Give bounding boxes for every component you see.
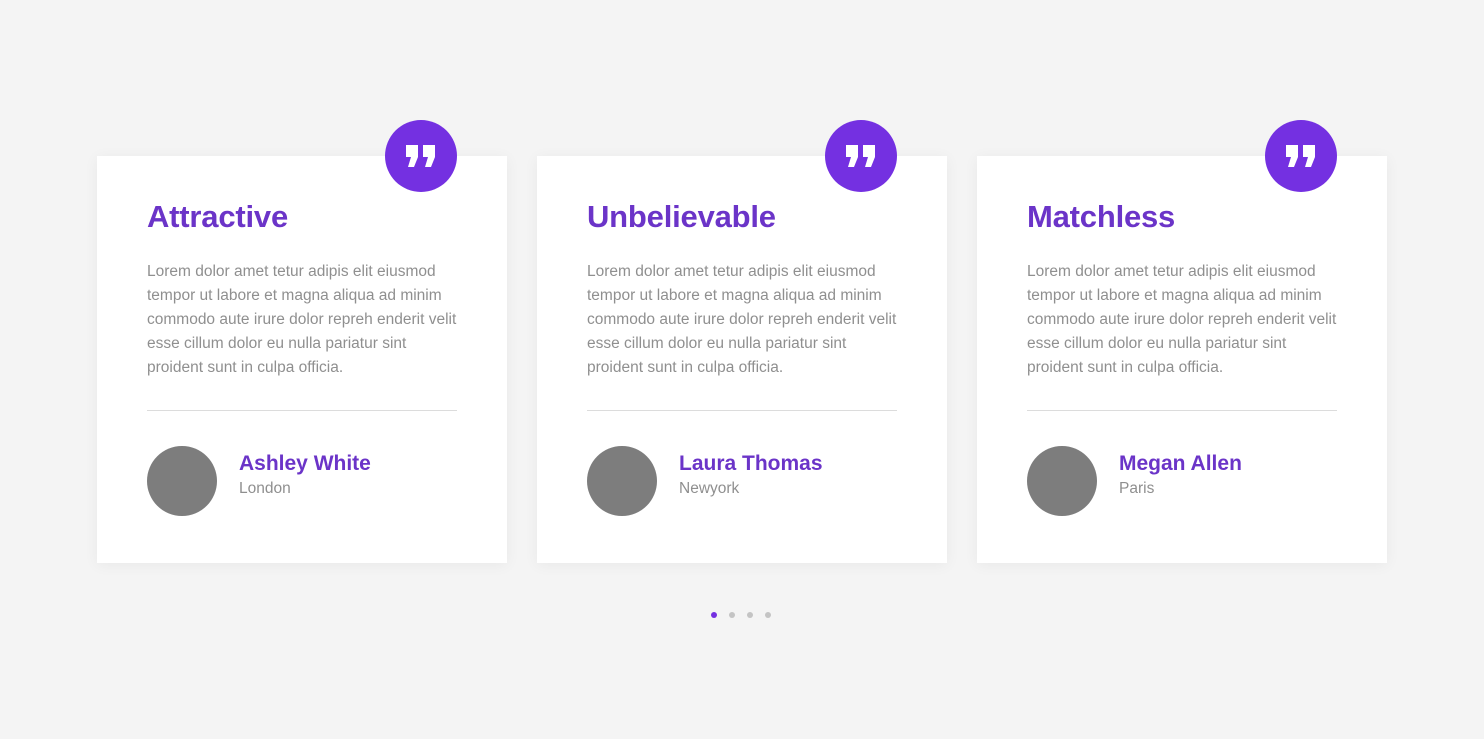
testimonial-text: Lorem dolor amet tetur adipis elit eiusm… [587,263,897,376]
avatar [147,446,217,516]
author-city: Paris [1119,480,1155,497]
author-name: Ashley White [239,452,371,475]
testimonial-text: Lorem dolor amet tetur adipis elit eiusm… [1027,263,1337,376]
author-info: Ashley White London [239,451,371,499]
quote-glyph-icon [846,145,875,167]
testimonial-card: Attractive Lorem dolor amet tetur adipis… [97,120,507,563]
avatar [1027,446,1097,516]
slider-pagination [711,612,771,618]
testimonial-card: Unbelievable Lorem dolor amet tetur adip… [537,120,947,563]
card-title: Unbelievable [587,199,776,234]
quote-icon [825,120,897,192]
testimonial-slider: Attractive Lorem dolor amet tetur adipis… [0,0,1484,739]
testimonial-cards: Attractive Lorem dolor amet tetur adipis… [97,120,1387,563]
pagination-dot-2[interactable] [729,612,735,618]
quote-icon [1265,120,1337,192]
author-info: Megan Allen Paris [1119,451,1242,499]
pagination-dot-1[interactable] [711,612,717,618]
author: Laura Thomas Newyork [587,446,897,516]
pagination-dot-3[interactable] [747,612,753,618]
divider [147,410,457,411]
card-title: Attractive [147,199,288,234]
author-info: Laura Thomas Newyork [679,451,823,499]
divider [1027,410,1337,411]
card-title: Matchless [1027,199,1176,234]
author: Megan Allen Paris [1027,446,1337,516]
divider [587,410,897,411]
quote-icon [385,120,457,192]
testimonial-text: Lorem dolor amet tetur adipis elit eiusm… [147,263,457,376]
quote-glyph-icon [1286,145,1315,167]
author-name: Laura Thomas [679,452,823,475]
author-name: Megan Allen [1119,452,1242,475]
author: Ashley White London [147,446,457,516]
author-city: Newyork [679,480,740,497]
author-city: London [239,480,291,497]
testimonial-card: Matchless Lorem dolor amet tetur adipis … [977,120,1387,563]
quote-glyph-icon [406,145,435,167]
pagination-dot-4[interactable] [765,612,771,618]
avatar [587,446,657,516]
